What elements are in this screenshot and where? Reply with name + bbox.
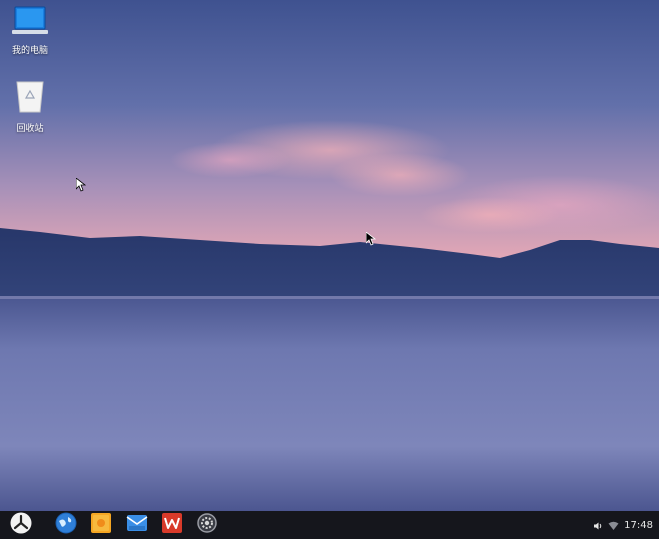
mail-icon (126, 512, 148, 538)
desktop-icon-label: 回收站 (16, 124, 44, 134)
taskbar-app-wps-office[interactable] (160, 513, 184, 537)
mouse-cursor-icon (76, 178, 86, 192)
wallpaper (0, 0, 659, 511)
clock[interactable]: 17:48 (624, 520, 653, 531)
taskbar-app-browser[interactable] (54, 512, 78, 538)
mouse-cursor-icon (366, 232, 376, 246)
start-menu-button[interactable] (9, 512, 33, 538)
desktop-screen: 我的电脑 回收站 17:48 (0, 0, 659, 539)
taskbar: 17:48 (0, 511, 659, 539)
settings-icon (196, 512, 218, 538)
wifi-icon[interactable] (608, 516, 619, 535)
file-manager-icon (90, 512, 112, 538)
computer-icon (12, 6, 48, 40)
desktop-icon-my-computer[interactable]: 我的电脑 (0, 6, 60, 56)
trash-icon (13, 80, 47, 118)
browser-icon (55, 512, 77, 538)
taskbar-app-file-manager[interactable] (89, 513, 113, 537)
wps-office-icon (161, 512, 183, 538)
desktop-icon-recycle-bin[interactable]: 回收站 (0, 80, 60, 134)
taskbar-app-mail[interactable] (125, 513, 149, 537)
system-tray: 17:48 (593, 511, 653, 539)
desktop-icon-label: 我的电脑 (11, 46, 48, 56)
taskbar-app-settings[interactable] (195, 513, 219, 537)
volume-icon[interactable] (593, 516, 603, 535)
start-menu-icon (10, 512, 32, 538)
